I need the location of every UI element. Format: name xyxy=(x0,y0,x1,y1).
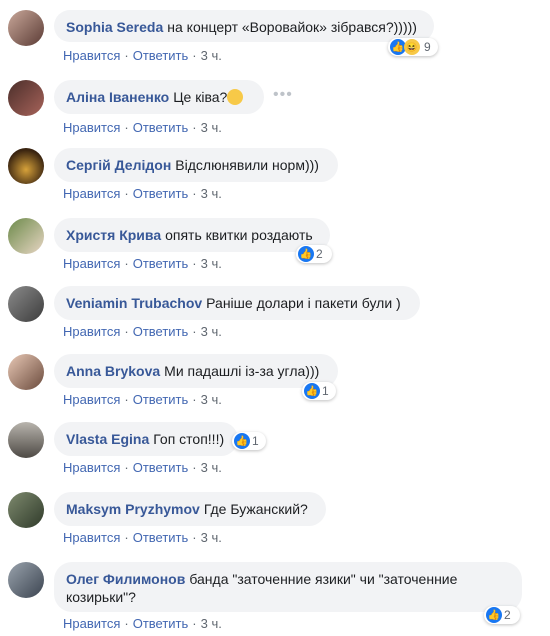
reactions-badge[interactable]: 👍 1 xyxy=(302,382,336,400)
comment-text: Раніше долари і пакети були ) xyxy=(206,295,401,311)
comment-actions: Нравится · Ответить · 3 ч. xyxy=(63,120,222,135)
like-link[interactable]: Нравится xyxy=(63,256,120,271)
comment-bubble: Vlasta Egina Гоп стоп!!!) xyxy=(54,422,238,456)
comment-author[interactable]: Maksym Pryzhymov xyxy=(66,501,200,517)
like-icon: 👍 xyxy=(486,607,502,623)
comment-text: Гоп стоп!!!) xyxy=(153,431,225,447)
comment-actions: Нравится · Ответить · 3 ч. xyxy=(63,324,222,339)
reactions-badge[interactable]: 👍 2 xyxy=(296,245,332,263)
avatar[interactable] xyxy=(8,218,44,254)
like-link[interactable]: Нравится xyxy=(63,530,120,545)
comment-bubble: Maksym Pryzhymov Где Бужанский? xyxy=(54,492,326,526)
comment-author[interactable]: Христя Крива xyxy=(66,227,161,243)
timestamp[interactable]: 3 ч. xyxy=(201,460,222,475)
comment-text: Відслюнявили норм))) xyxy=(175,157,319,173)
comment-actions: Нравится · Ответить · 3 ч. xyxy=(63,530,222,545)
reply-link[interactable]: Ответить xyxy=(133,460,189,475)
like-icon: 👍 xyxy=(304,383,320,399)
comment-actions: Нравится · Ответить · 3 ч. xyxy=(63,616,222,631)
comment-author[interactable]: Аліна Іваненко xyxy=(66,89,169,105)
more-options-icon[interactable]: ••• xyxy=(273,86,293,104)
reaction-count: 9 xyxy=(424,40,431,54)
like-link[interactable]: Нравится xyxy=(63,616,120,631)
comment-author[interactable]: Сергій Делідон xyxy=(66,157,171,173)
comment-actions: Нравится · Ответить · 3 ч. xyxy=(63,256,222,271)
comment-actions: Нравится · Ответить · 3 ч. xyxy=(63,48,222,63)
avatar[interactable] xyxy=(8,148,44,184)
comment-actions: Нравится · Ответить · 3 ч. xyxy=(63,460,222,475)
comment-author[interactable]: Anna Brykova xyxy=(66,363,160,379)
timestamp[interactable]: 3 ч. xyxy=(201,48,222,63)
reactions-badge[interactable]: 👍 😆 9 xyxy=(388,38,438,56)
comment-text: опять квитки роздають xyxy=(165,227,313,243)
timestamp[interactable]: 3 ч. xyxy=(201,392,222,407)
reply-link[interactable]: Ответить xyxy=(133,616,189,631)
comment-bubble: Veniamin Trubachov Раніше долари і пакети… xyxy=(54,286,420,320)
reply-link[interactable]: Ответить xyxy=(133,120,189,135)
reply-link[interactable]: Ответить xyxy=(133,186,189,201)
haha-icon: 😆 xyxy=(404,39,420,55)
comment-author[interactable]: Vlasta Egina xyxy=(66,431,149,447)
like-icon: 👍 xyxy=(234,433,250,449)
comment-bubble: Sophia Sereda на концерт «Воровайок» зібр… xyxy=(54,10,434,42)
like-link[interactable]: Нравится xyxy=(63,120,120,135)
like-link[interactable]: Нравится xyxy=(63,324,120,339)
avatar[interactable] xyxy=(8,354,44,390)
comment-author[interactable]: Veniamin Trubachov xyxy=(66,295,202,311)
reactions-badge[interactable]: 👍 1 xyxy=(232,432,266,450)
rofl-emoji-icon xyxy=(227,89,244,105)
like-link[interactable]: Нравится xyxy=(63,392,120,407)
comment-text: Ми падашлі із-за угла))) xyxy=(164,363,320,379)
timestamp[interactable]: 3 ч. xyxy=(201,616,222,631)
reply-link[interactable]: Ответить xyxy=(133,48,189,63)
comment-bubble: Олег Филимонов банда "заточенние язики" ч… xyxy=(54,562,522,612)
reactions-badge[interactable]: 👍 2 xyxy=(484,606,520,624)
reaction-count: 1 xyxy=(252,434,259,448)
comment-bubble: Христя Крива опять квитки роздають xyxy=(54,218,330,252)
avatar[interactable] xyxy=(8,492,44,528)
reply-link[interactable]: Ответить xyxy=(133,256,189,271)
timestamp[interactable]: 3 ч. xyxy=(201,530,222,545)
comment-actions: Нравится · Ответить · 3 ч. xyxy=(63,186,222,201)
reply-link[interactable]: Ответить xyxy=(133,392,189,407)
reply-link[interactable]: Ответить xyxy=(133,324,189,339)
comment-text: на концерт «Воровайок» зібрався?))))) xyxy=(167,19,417,35)
timestamp[interactable]: 3 ч. xyxy=(201,256,222,271)
reaction-count: 2 xyxy=(316,247,323,261)
avatar[interactable] xyxy=(8,10,44,46)
comment-bubble: Аліна Іваненко Це ківа? xyxy=(54,80,264,114)
like-link[interactable]: Нравится xyxy=(63,186,120,201)
like-link[interactable]: Нравится xyxy=(63,48,120,63)
comment-bubble: Anna Brykova Ми падашлі із-за угла))) xyxy=(54,354,338,388)
timestamp[interactable]: 3 ч. xyxy=(201,324,222,339)
reaction-count: 2 xyxy=(504,608,511,622)
comment-author[interactable]: Олег Филимонов xyxy=(66,571,185,587)
avatar[interactable] xyxy=(8,80,44,116)
avatar[interactable] xyxy=(8,562,44,598)
avatar[interactable] xyxy=(8,422,44,458)
timestamp[interactable]: 3 ч. xyxy=(201,186,222,201)
like-icon: 👍 xyxy=(298,246,314,262)
comment-author[interactable]: Sophia Sereda xyxy=(66,19,163,35)
comment-bubble: Сергій Делідон Відслюнявили норм))) xyxy=(54,148,338,182)
like-link[interactable]: Нравится xyxy=(63,460,120,475)
reaction-count: 1 xyxy=(322,384,329,398)
timestamp[interactable]: 3 ч. xyxy=(201,120,222,135)
comment-actions: Нравится · Ответить · 3 ч. xyxy=(63,392,222,407)
comment-text: Це ківа? xyxy=(173,89,228,105)
comment-text: Где Бужанский? xyxy=(203,501,308,517)
avatar[interactable] xyxy=(8,286,44,322)
reply-link[interactable]: Ответить xyxy=(133,530,189,545)
